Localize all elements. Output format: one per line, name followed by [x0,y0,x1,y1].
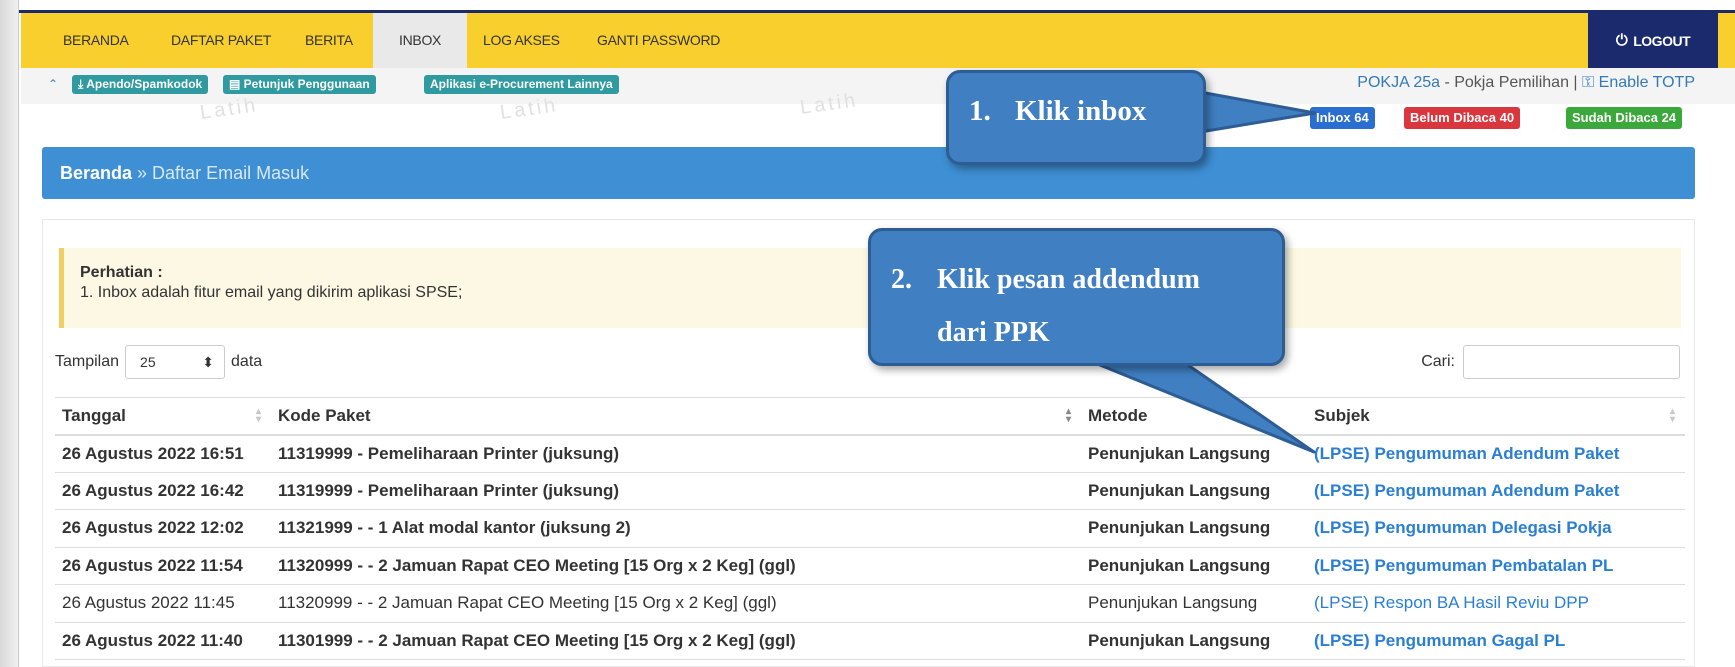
row-kode-paket: 11319999 - Pemeliharaan Printer (juksung… [271,472,1081,510]
power-icon: ⏻ [1615,32,1628,49]
enable-totp-link[interactable]: ⚿ Enable TOTP [1582,74,1695,91]
table-row[interactable]: 26 Agustus 2022 16:42 11319999 - Pemeliha… [55,472,1685,510]
header-subjek-label: Subjek [1314,405,1370,425]
inbox-table: Tanggal ▴ ▾ Kode Paket ▴ ▾ Metode Subjek ▴ ▾ 2… [55,397,1685,660]
row-metode: Penunjukan Langsung [1081,509,1307,548]
nav-ganti-password[interactable]: GANTI PASSWORD [597,13,720,68]
window-edge [0,0,19,667]
page-length-control: Tampilan 25 ⬍ data [55,345,262,379]
row-date: 26 Agustus 2022 16:51 [55,434,271,473]
row-subjek[interactable]: (LPSE) Pengumuman Pembatalan PL [1307,547,1685,585]
data-label: data [231,353,263,370]
table-row[interactable]: 26 Agustus 2022 11:45 11320999 - - 2 Jamu… [55,584,1685,623]
main-navbar: BERANDA DAFTAR PAKET BERITA INBOX LOG AK… [21,13,1735,68]
inbox-count-badge[interactable]: Inbox 64 [1310,107,1375,129]
sort-icon: ▴ ▾ [1669,406,1675,425]
search-input[interactable] [1463,345,1680,379]
row-date: 26 Agustus 2022 11:45 [55,584,271,623]
row-subjek[interactable]: (LPSE) Pengumuman Adendum Paket [1307,472,1685,510]
page-size-value: 25 [140,354,156,370]
apendo-link[interactable]: ⤓ Apendo/Spamkodok [72,75,209,94]
row-metode: Penunjukan Langsung [1081,622,1307,660]
header-tanggal[interactable]: Tanggal ▴ ▾ [55,397,271,436]
row-date: 26 Agustus 2022 16:42 [55,472,271,510]
header-kode-label: Kode Paket [278,405,371,425]
row-kode-paket: 11301999 - - 2 Jamuan Rapat CEO Meeting … [271,622,1081,660]
header-metode[interactable]: Metode [1081,397,1307,436]
petunjuk-label: Petunjuk Penggunaan [243,77,370,91]
breadcrumb-separator: » [132,163,153,183]
row-date: 26 Agustus 2022 11:54 [55,547,271,585]
user-name-link[interactable]: POKJA 25a [1357,74,1440,91]
petunjuk-link[interactable]: ▤ Petunjuk Penggunaan [223,75,376,94]
breadcrumb-home[interactable]: Beranda [60,163,132,183]
logout-button[interactable]: ⏻ LOGOUT [1588,13,1718,68]
row-subjek[interactable]: (LPSE) Pengumuman Gagal PL [1307,622,1685,660]
sort-icon: ▴ ▾ [255,406,261,425]
user-info: POKJA 25a - Pokja Pemilihan | ⚿ Enable T… [1357,74,1695,92]
header-kode-paket[interactable]: Kode Paket ▴ ▾ [271,397,1081,436]
nav-inbox[interactable]: INBOX [373,13,468,68]
apendo-label: Apendo/Spamkodok [86,77,203,91]
user-role: - Pokja Pemilihan | [1440,74,1583,91]
app-window: BERANDA DAFTAR PAKET BERITA INBOX LOG AK… [0,0,1735,667]
header-metode-label: Metode [1088,405,1148,425]
header-subjek[interactable]: Subjek ▴ ▾ [1307,397,1685,436]
nav-log-akses[interactable]: LOG AKSES [483,13,560,68]
row-subjek[interactable]: (LPSE) Respon BA Hasil Reviu DPP [1307,584,1685,623]
row-metode: Penunjukan Langsung [1081,547,1307,585]
collapse-icon[interactable]: ⌃ [48,77,58,91]
callout-1-number: 1. [969,95,991,127]
callout-1-text: Klik inbox [1015,95,1147,127]
nav-daftar-paket[interactable]: DAFTAR PAKET [171,13,271,68]
show-label: Tampilan [55,353,120,370]
row-subjek[interactable]: (LPSE) Pengumuman Adendum Paket [1307,434,1685,473]
select-arrows-icon: ⬍ [202,353,215,370]
eproc-link[interactable]: Aplikasi e-Procurement Lainnya [424,75,619,94]
breadcrumb-current: Daftar Email Masuk [152,163,310,183]
row-kode-paket: 11320999 - - 2 Jamuan Rapat CEO Meeting … [271,547,1081,585]
table-row[interactable]: 26 Agustus 2022 11:54 11320999 - - 2 Jamu… [55,547,1685,585]
sort-icon: ▴ ▾ [1065,406,1071,425]
key-icon: ⚿ [1582,74,1599,91]
callout-step-1: 1. Klik inbox [946,70,1206,165]
row-subjek[interactable]: (LPSE) Pengumuman Delegasi Pokja [1307,509,1685,548]
table-row[interactable]: 26 Agustus 2022 16:51 11319999 - Pemeliha… [55,434,1685,473]
enable-totp-label: Enable TOTP [1598,74,1695,91]
unread-count-badge[interactable]: Belum Dibaca 40 [1404,107,1521,129]
row-kode-paket: 11319999 - Pemeliharaan Printer (juksung… [271,434,1081,473]
secondary-toolbar: ⌃ ⤓ Apendo/Spamkodok ▤ Petunjuk Pengguna… [21,68,1735,104]
table-row[interactable]: 26 Agustus 2022 11:40 11301999 - - 2 Jamu… [55,622,1685,660]
search-label: Cari: [1421,353,1455,370]
row-kode-paket: 11321999 - - 1 Alat modal kantor (juksun… [271,509,1081,548]
eproc-label: Aplikasi e-Procurement Lainnya [430,77,613,91]
table-row[interactable]: 26 Agustus 2022 12:02 11321999 - - 1 Alat… [55,509,1685,548]
row-date: 26 Agustus 2022 12:02 [55,509,271,548]
logout-label: LOGOUT [1633,32,1691,49]
callout-2-number: 2. [891,264,912,295]
page-size-select[interactable]: 25 ⬍ [125,345,226,379]
breadcrumb: Beranda » Daftar Email Masuk [42,147,1695,199]
read-count-badge[interactable]: Sudah Dibaca 24 [1566,107,1683,129]
header-tanggal-label: Tanggal [62,405,126,425]
row-metode: Penunjukan Langsung [1081,472,1307,510]
row-date: 26 Agustus 2022 11:40 [55,622,271,660]
row-metode: Penunjukan Langsung [1081,434,1307,473]
callout-2-line-1: Klik pesan addendum [937,264,1200,295]
callout-step-2: 2. Klik pesan addendum dari PPK [868,228,1285,366]
search-control: Cari: [1421,345,1680,379]
row-kode-paket: 11320999 - - 2 Jamuan Rapat CEO Meeting … [271,584,1081,623]
row-metode: Penunjukan Langsung [1081,584,1307,623]
nav-berita[interactable]: BERITA [305,13,353,68]
callout-2-line-2: dari PPK [937,317,1050,349]
nav-beranda[interactable]: BERANDA [63,13,129,68]
table-header-row: Tanggal ▴ ▾ Kode Paket ▴ ▾ Metode Subjek ▴ ▾ [55,397,1685,436]
